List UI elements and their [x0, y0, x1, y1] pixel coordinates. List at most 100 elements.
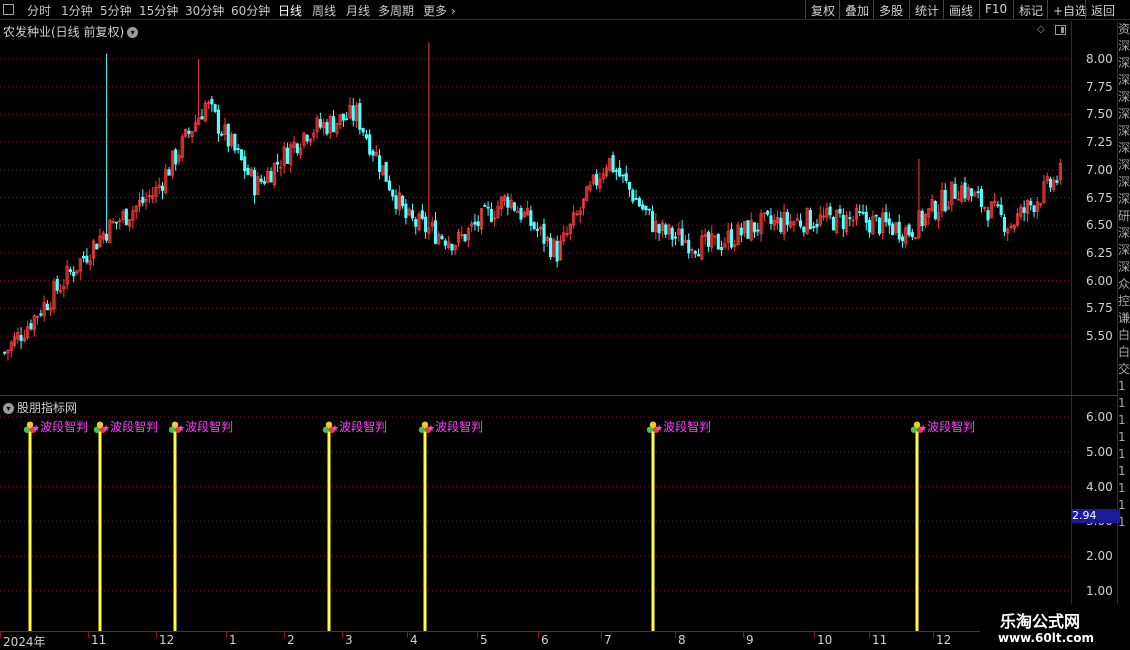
f10-button[interactable]: F10: [979, 0, 1012, 19]
candle[interactable]: [1006, 226, 1010, 241]
candle[interactable]: [341, 113, 345, 128]
candle[interactable]: [966, 184, 970, 202]
candle[interactable]: [937, 204, 941, 229]
candle[interactable]: [618, 160, 622, 178]
candle[interactable]: [483, 203, 487, 207]
period-tab-5min[interactable]: 5分钟: [100, 2, 132, 19]
candle[interactable]: [19, 327, 23, 350]
overlay-button[interactable]: 叠加: [839, 0, 874, 19]
candle[interactable]: [736, 221, 740, 246]
candle[interactable]: [766, 209, 770, 217]
side-list-item[interactable]: 1: [1118, 446, 1130, 463]
candle[interactable]: [877, 216, 882, 236]
candle[interactable]: [595, 169, 599, 190]
candle[interactable]: [585, 185, 589, 202]
candle[interactable]: [239, 148, 243, 161]
candle[interactable]: [249, 166, 253, 178]
candle[interactable]: [891, 221, 895, 236]
period-tab-15min[interactable]: 15分钟: [139, 2, 178, 19]
candle[interactable]: [447, 235, 451, 250]
candle[interactable]: [486, 201, 490, 216]
candle[interactable]: [1058, 158, 1062, 185]
candle[interactable]: [401, 195, 405, 209]
candle[interactable]: [391, 189, 395, 201]
candle[interactable]: [775, 210, 780, 230]
candle[interactable]: [318, 112, 322, 130]
candle[interactable]: [230, 131, 234, 149]
candle[interactable]: [397, 185, 401, 216]
candle[interactable]: [443, 238, 447, 250]
candle[interactable]: [272, 162, 276, 188]
candle[interactable]: [328, 114, 332, 139]
candle[interactable]: [489, 202, 493, 223]
candle[interactable]: [611, 151, 615, 174]
candle[interactable]: [144, 192, 148, 210]
candle[interactable]: [167, 166, 171, 176]
candle[interactable]: [95, 243, 99, 250]
candle[interactable]: [562, 225, 566, 245]
side-list-item[interactable]: 深: [1118, 191, 1130, 208]
period-tab-daily[interactable]: 日线: [278, 2, 302, 19]
candle[interactable]: [315, 114, 319, 139]
candle[interactable]: [424, 212, 428, 239]
candle[interactable]: [933, 200, 937, 221]
candle[interactable]: [591, 174, 595, 187]
candle[interactable]: [368, 129, 372, 157]
candle[interactable]: [904, 225, 908, 249]
candle[interactable]: [598, 172, 602, 193]
candle[interactable]: [59, 284, 63, 294]
side-list-item[interactable]: 1: [1118, 378, 1130, 395]
candle[interactable]: [854, 203, 858, 226]
candle[interactable]: [677, 221, 681, 242]
candle[interactable]: [233, 133, 237, 154]
candle[interactable]: [430, 216, 434, 232]
candle[interactable]: [325, 118, 329, 136]
candle[interactable]: [871, 210, 875, 235]
candle[interactable]: [532, 221, 536, 231]
candle[interactable]: [608, 158, 612, 173]
mark-button[interactable]: 标记: [1013, 0, 1048, 19]
candle[interactable]: [200, 109, 204, 120]
candle[interactable]: [1045, 172, 1049, 185]
candle[interactable]: [825, 202, 829, 223]
side-list-item[interactable]: 谦: [1118, 310, 1130, 327]
candle[interactable]: [542, 218, 546, 252]
candle[interactable]: [450, 243, 454, 256]
candle[interactable]: [858, 204, 862, 217]
candle[interactable]: [946, 200, 951, 210]
candle[interactable]: [1019, 203, 1023, 221]
side-list-item[interactable]: 白: [1118, 327, 1130, 344]
side-list-item[interactable]: 1: [1118, 463, 1130, 480]
candle[interactable]: [197, 59, 201, 125]
candle[interactable]: [259, 174, 263, 185]
candle[interactable]: [973, 190, 977, 197]
candle[interactable]: [641, 200, 645, 211]
candle[interactable]: [828, 202, 832, 220]
candle[interactable]: [187, 127, 191, 139]
candle[interactable]: [670, 225, 674, 247]
candle[interactable]: [581, 198, 586, 216]
candle[interactable]: [134, 205, 138, 220]
candle[interactable]: [147, 189, 151, 204]
side-list-item[interactable]: 1: [1118, 395, 1130, 412]
candle[interactable]: [815, 219, 819, 234]
candle[interactable]: [848, 211, 852, 226]
candle[interactable]: [22, 329, 26, 343]
candle[interactable]: [302, 132, 306, 149]
candle[interactable]: [568, 223, 572, 241]
candle[interactable]: [953, 177, 957, 199]
candle[interactable]: [35, 315, 40, 325]
side-list-item[interactable]: 深: [1118, 55, 1130, 72]
candle[interactable]: [216, 104, 220, 142]
candle[interactable]: [183, 128, 188, 138]
candle[interactable]: [499, 196, 503, 216]
candle[interactable]: [164, 163, 168, 195]
candle[interactable]: [835, 209, 839, 235]
candle[interactable]: [394, 189, 398, 215]
candle[interactable]: [516, 206, 520, 213]
candle[interactable]: [26, 320, 30, 341]
candle[interactable]: [874, 214, 878, 222]
candle[interactable]: [253, 167, 257, 204]
side-list-item[interactable]: 深: [1118, 174, 1130, 191]
candle[interactable]: [950, 181, 954, 212]
